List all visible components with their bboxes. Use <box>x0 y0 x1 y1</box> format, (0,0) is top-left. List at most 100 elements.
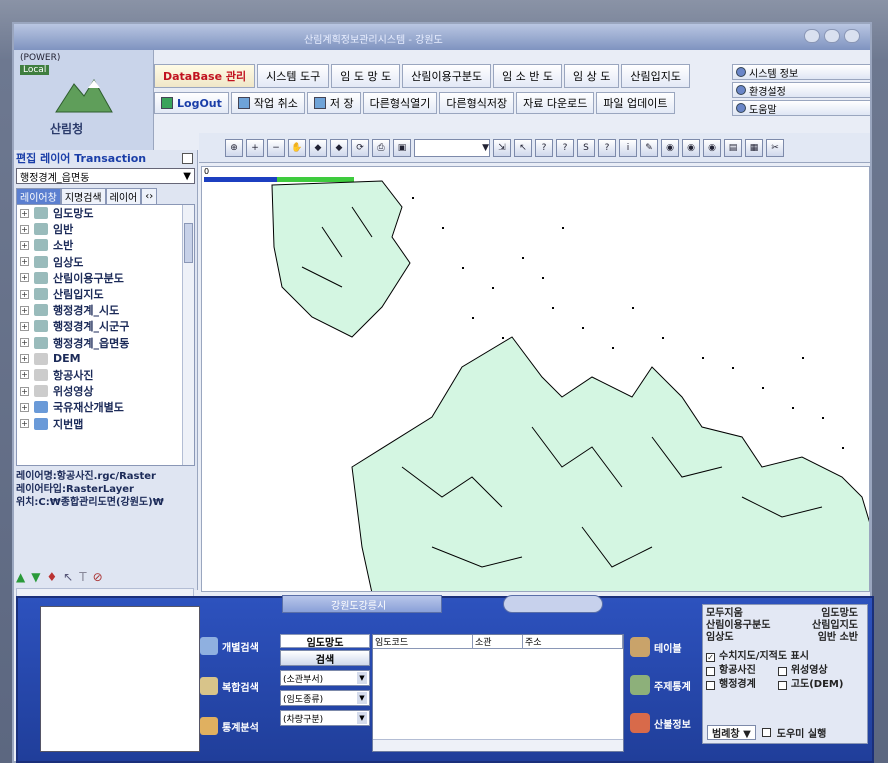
region-tab[interactable]: 강원도강릉시 <box>282 595 442 613</box>
dem-checkbox[interactable] <box>777 680 787 690</box>
layer-item[interactable]: + 소반 <box>17 237 194 253</box>
compartment-toggle[interactable]: 임반 소반 <box>818 632 858 644</box>
layer-item[interactable]: + 위성영상 <box>17 383 194 399</box>
info-icon[interactable]: i <box>619 138 637 157</box>
select-pointer-icon[interactable]: ↖ <box>514 138 532 157</box>
export-icon[interactable]: ⇲ <box>493 138 511 157</box>
individual-search-button[interactable]: 개별검색 <box>200 634 280 658</box>
scale-select[interactable]: ▼ <box>414 138 490 157</box>
move-down-icon[interactable]: ▼ <box>31 570 40 584</box>
statistics-button[interactable]: 통계분석 <box>200 714 280 738</box>
layer-list-scrollbar[interactable] <box>182 205 194 465</box>
zoom-in-icon[interactable]: + <box>246 138 264 157</box>
zoom-out-icon[interactable]: − <box>267 138 285 157</box>
menu-database[interactable]: DataBase 관리 <box>154 64 256 88</box>
transaction-checkbox[interactable] <box>182 152 193 164</box>
grid-hscrollbar[interactable] <box>373 739 623 751</box>
other-format-save-button[interactable]: 다른형식저장 <box>439 92 515 114</box>
tab-place-search[interactable]: 지명검색 <box>60 188 106 204</box>
move-up-icon[interactable]: ▲ <box>16 570 25 584</box>
road-type-select[interactable]: (임도종류) ▼ <box>280 690 370 706</box>
region-nav-controls[interactable] <box>503 595 603 613</box>
menu-system-tools[interactable]: 시스템 도구 <box>257 64 330 88</box>
prev-extent-icon[interactable]: ◆ <box>309 138 327 157</box>
layer-item[interactable]: + 임도망도 <box>17 205 194 221</box>
digital-map-check[interactable]: ✓ 수치지도/지적도 표시 <box>706 650 864 664</box>
map-canvas[interactable]: 0 <box>201 166 870 592</box>
refresh-icon[interactable]: ⟳ <box>351 138 369 157</box>
menu-forest-use[interactable]: 산림이용구분도 <box>402 64 492 88</box>
layer-item[interactable]: + 임반 <box>17 221 194 237</box>
layer-add-icon[interactable]: ▣ <box>393 138 411 157</box>
identify-icon[interactable]: ? <box>535 138 553 157</box>
close-button[interactable] <box>844 29 860 43</box>
combined-search-button[interactable]: 복합검색 <box>200 674 280 698</box>
boundary-checkbox[interactable] <box>706 680 715 690</box>
maximize-button[interactable] <box>824 29 840 43</box>
layer-item[interactable]: + 국유재산개별도 <box>17 399 194 415</box>
layer-item[interactable]: + 산림입지도 <box>17 286 194 302</box>
tab-scroll-arrows[interactable]: ‹› <box>141 188 158 204</box>
red-globe-icon[interactable]: ◉ <box>682 138 700 157</box>
vehicle-type-select[interactable]: (차량구분) ▼ <box>280 710 370 726</box>
pan-hand-icon[interactable]: ✋ <box>288 138 306 157</box>
theme-stats-button[interactable]: 주제통계 <box>630 672 700 698</box>
save-button[interactable]: 저 장 <box>306 92 361 114</box>
tab-layers[interactable]: 레이어창 <box>16 188 61 204</box>
wildfire-info-button[interactable]: 산불정보 <box>630 710 700 736</box>
layer-item[interactable]: + 지번맵 <box>17 415 194 431</box>
forest-road-toggle[interactable]: 임도망도 <box>821 608 858 620</box>
sql-icon[interactable]: S <box>577 138 595 157</box>
settings-link[interactable]: 환경설정 <box>732 82 870 98</box>
minimize-button[interactable] <box>804 29 820 43</box>
tab-layer[interactable]: 레이어 <box>105 188 142 204</box>
aerial-checkbox[interactable] <box>706 666 715 676</box>
zoom-full-icon[interactable]: ⊕ <box>225 138 243 157</box>
draw-icon[interactable]: ✎ <box>640 138 658 157</box>
layer-item[interactable]: + 임상도 <box>17 254 194 270</box>
layer-item[interactable]: + 산림이용구분도 <box>17 270 194 286</box>
checkbox-checked[interactable]: ✓ <box>706 652 715 662</box>
logout-button[interactable]: LogOut <box>154 92 229 114</box>
next-extent-icon[interactable]: ◆ <box>330 138 348 157</box>
search-button[interactable]: 검색 <box>280 650 370 666</box>
satellite-checkbox[interactable] <box>777 666 787 676</box>
layer-item[interactable]: + 행정경계_시도 <box>17 302 194 318</box>
menu-forest-site[interactable]: 산림입지도 <box>621 64 691 88</box>
marker-icon[interactable]: ♦ <box>46 570 57 584</box>
scroll-thumb[interactable] <box>184 223 193 263</box>
globe-icon[interactable]: ◉ <box>661 138 679 157</box>
edit-layer-select[interactable]: 행정경계_읍면동 ▼ <box>16 168 195 184</box>
tool-icon[interactable]: ✂ <box>766 138 784 157</box>
col-road-code[interactable]: 임도코드 <box>373 635 473 648</box>
forest-use-toggle[interactable]: 산림이용구분도 <box>706 620 770 632</box>
col-address[interactable]: 주소 <box>523 635 623 648</box>
forest-type-toggle[interactable]: 임상도 <box>706 632 734 644</box>
delete-icon[interactable]: ⊘ <box>93 570 103 584</box>
table-button[interactable]: 테이블 <box>630 634 700 660</box>
forest-site-toggle[interactable]: 산림입지도 <box>812 620 858 632</box>
department-select[interactable]: (소관부서) ▼ <box>280 670 370 686</box>
layer-item[interactable]: + 항공사진 <box>17 367 194 383</box>
col-jurisdiction[interactable]: 소관 <box>473 635 523 648</box>
file-update-button[interactable]: 파일 업데이트 <box>596 92 675 114</box>
menu-forest-road[interactable]: 임 도 망 도 <box>331 64 401 88</box>
pointer-icon[interactable]: ↖ <box>63 570 73 584</box>
legend-select[interactable]: 범례창 ▼ <box>707 724 756 740</box>
clear-all-link[interactable]: 모두지움 <box>706 608 743 620</box>
print-icon[interactable]: ⎙ <box>372 138 390 157</box>
layer-item[interactable]: + 행정경계_읍면동 <box>17 335 194 351</box>
system-info-link[interactable]: 시스템 정보 <box>732 64 870 80</box>
earth-icon[interactable]: ◉ <box>703 138 721 157</box>
undo-button[interactable]: 작업 취소 <box>230 92 305 114</box>
chart-icon[interactable]: ▤ <box>724 138 742 157</box>
helper-checkbox[interactable] <box>761 727 771 737</box>
query-icon[interactable]: ? <box>556 138 574 157</box>
other-format-open-button[interactable]: 다른형식열기 <box>362 92 438 114</box>
data-download-button[interactable]: 자료 다운로드 <box>516 92 595 114</box>
layer-grid-icon[interactable]: ▦ <box>745 138 763 157</box>
menu-compartment[interactable]: 임 소 반 도 <box>493 64 563 88</box>
text-icon[interactable]: T <box>79 570 86 584</box>
help-link[interactable]: 도움말 <box>732 100 870 116</box>
overview-map[interactable] <box>40 606 200 752</box>
